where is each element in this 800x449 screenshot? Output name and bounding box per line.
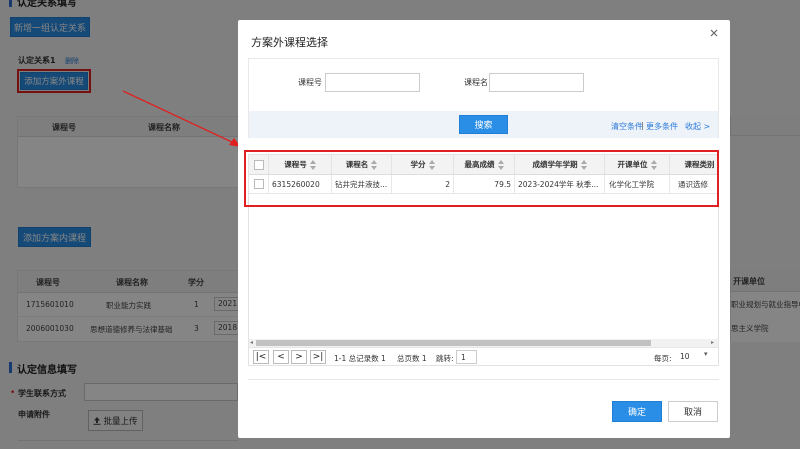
first-page-button[interactable]: |< [253, 350, 269, 364]
pager-bar: |< < > >| 1-1 总记录数 1 总页数 1 跳转: 1 每页: 10 … [249, 347, 718, 365]
annotation-highlight-box [244, 150, 719, 207]
page-size-select[interactable]: 10 ▾ [677, 350, 715, 364]
record-range: 1-1 总记录数 1 [334, 354, 386, 363]
jump-label: 跳转: [436, 354, 454, 363]
chevron-down-icon: ▾ [704, 350, 708, 358]
page-size-value: 10 [680, 352, 690, 361]
search-panel: 课程号 课程名 搜索 清空条件 | 更多条件 收起 > [248, 58, 719, 138]
page-size-label: 每页: [654, 354, 672, 363]
jump-input[interactable]: 1 [456, 350, 477, 364]
divider [248, 379, 719, 380]
more-conditions-link[interactable]: 更多条件 [646, 121, 678, 132]
next-page-button[interactable]: > [291, 350, 307, 364]
search-button[interactable]: 搜索 [459, 115, 508, 134]
close-icon[interactable] [708, 27, 720, 39]
course-code-input[interactable] [325, 73, 420, 92]
scroll-left-icon[interactable]: ◂ [250, 339, 253, 346]
scroll-right-icon[interactable]: ▸ [711, 339, 714, 346]
cancel-button[interactable]: 取消 [668, 401, 718, 422]
total-pages: 总页数 1 [397, 354, 427, 363]
collapse-link[interactable]: 收起 > [685, 121, 710, 132]
annotation-arrow [122, 90, 241, 147]
course-code-label: 课程号 [298, 78, 322, 87]
scrollbar-thumb[interactable] [256, 340, 651, 346]
horizontal-scrollbar[interactable]: ◂ ▸ [249, 339, 718, 347]
course-name-input[interactable] [489, 73, 584, 92]
clear-conditions-link[interactable]: 清空条件 [611, 121, 643, 132]
confirm-button[interactable]: 确定 [612, 401, 662, 422]
last-page-button[interactable]: >| [310, 350, 326, 364]
link-separator: | [641, 121, 644, 130]
modal-title: 方案外课程选择 [251, 36, 328, 49]
course-select-modal: 方案外课程选择 课程号 课程名 搜索 清空条件 | 更多条件 收起 > 课程号 … [238, 20, 730, 438]
course-name-label: 课程名 [464, 78, 488, 87]
prev-page-button[interactable]: < [273, 350, 289, 364]
